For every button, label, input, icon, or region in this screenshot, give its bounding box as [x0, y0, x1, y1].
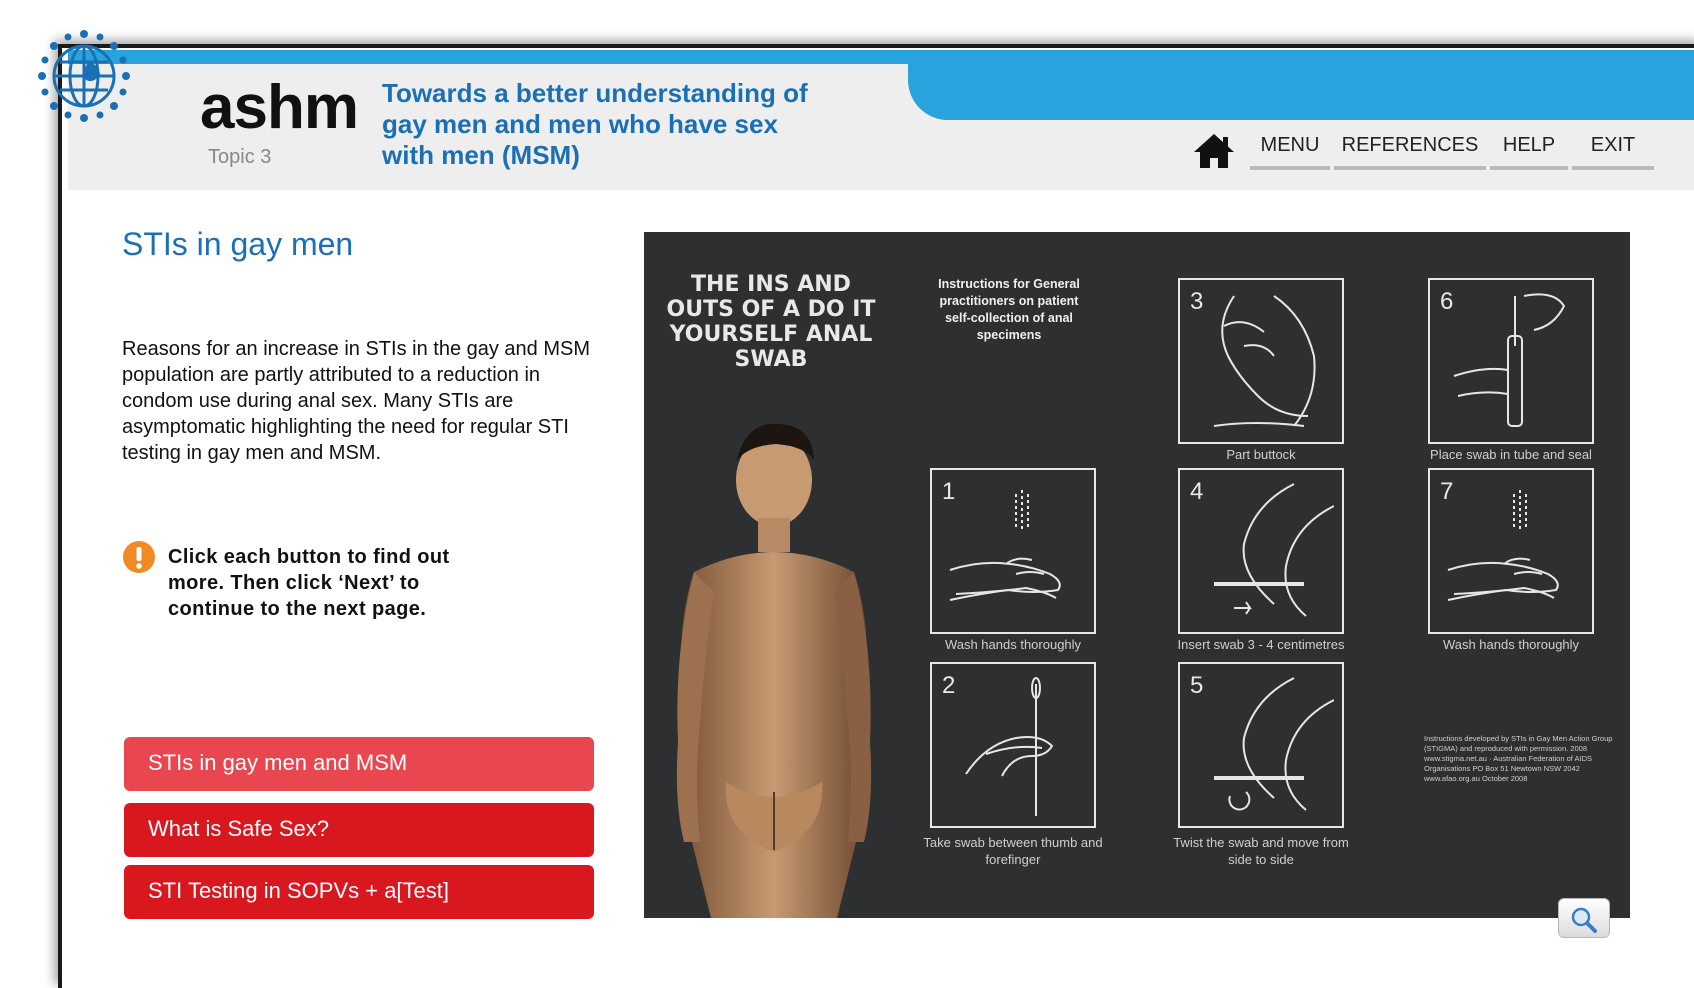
step-7-illustration: 7 [1428, 468, 1594, 634]
safe-sex-button[interactable]: What is Safe Sex? [124, 803, 594, 857]
step-4-caption: Insert swab 3 - 4 centimetres [1177, 637, 1345, 652]
nav-references[interactable]: REFERENCES [1334, 132, 1486, 170]
ashm-globe-logo [38, 30, 130, 122]
anal-swab-poster: THE INS AND OUTS OF A DO IT YOURSELF ANA… [644, 232, 1630, 918]
step-3-illustration: 3 [1178, 278, 1344, 444]
insert-swab-icon [1214, 483, 1334, 617]
hand-washing-icon [949, 490, 1061, 601]
step-5-caption: Twist the swab and move from side to sid… [1173, 835, 1349, 867]
poster-title: THE INS AND OUTS OF A DO IT YOURSELF ANA… [666, 272, 876, 372]
part-buttock-icon [1213, 295, 1316, 427]
step-7-caption: Wash hands thoroughly [1442, 637, 1580, 652]
zoom-button[interactable] [1558, 898, 1610, 938]
sti-testing-button[interactable]: STI Testing in SOPVs + a[Test] [124, 865, 594, 919]
swab-tube-icon [1453, 293, 1566, 427]
step-2-caption: Take swab between thumb and forefinger [923, 835, 1103, 867]
magnifier-icon [1571, 907, 1597, 933]
step-1-caption: Wash hands thoroughly [944, 637, 1082, 652]
poster-credits: Instructions developed by STIs in Gay Me… [1424, 734, 1613, 783]
exclamation-icon [123, 541, 155, 573]
course-title: Towards a better understanding of gay me… [382, 78, 808, 170]
step-4-illustration: 4 [1178, 468, 1344, 634]
nav-help[interactable]: HELP [1490, 132, 1568, 170]
step-6-caption: Place swab in tube and seal [1430, 447, 1592, 462]
nav-menu[interactable]: MENU [1250, 132, 1330, 170]
twist-swab-icon [1214, 677, 1334, 811]
stis-in-gay-men-button[interactable]: STIs in gay men and MSM [124, 737, 594, 791]
step-3-caption: Part buttock [1226, 447, 1296, 462]
body-paragraph: Reasons for an increase in STIs in the g… [122, 338, 591, 464]
nav-exit[interactable]: EXIT [1572, 132, 1654, 170]
step-5-illustration: 5 [1178, 662, 1344, 828]
step-1-illustration: 1 [930, 468, 1096, 634]
header-accent-tab [908, 50, 1694, 120]
step-2-illustration: 2 [930, 662, 1096, 828]
poster-subtitle: Instructions for General practitioners o… [938, 277, 1080, 342]
step-6-illustration: 6 [1428, 278, 1594, 444]
model-figure [676, 423, 872, 918]
hand-washing-icon [1447, 490, 1559, 601]
page-title: STIs in gay men [122, 226, 354, 262]
topic-label: Topic 3 [208, 146, 272, 168]
home-icon[interactable] [1192, 132, 1236, 170]
swab-grip-icon [965, 677, 1054, 816]
brand-name: ashm [200, 73, 359, 142]
instruction-notice: Click each button to find out more. Then… [168, 546, 450, 620]
